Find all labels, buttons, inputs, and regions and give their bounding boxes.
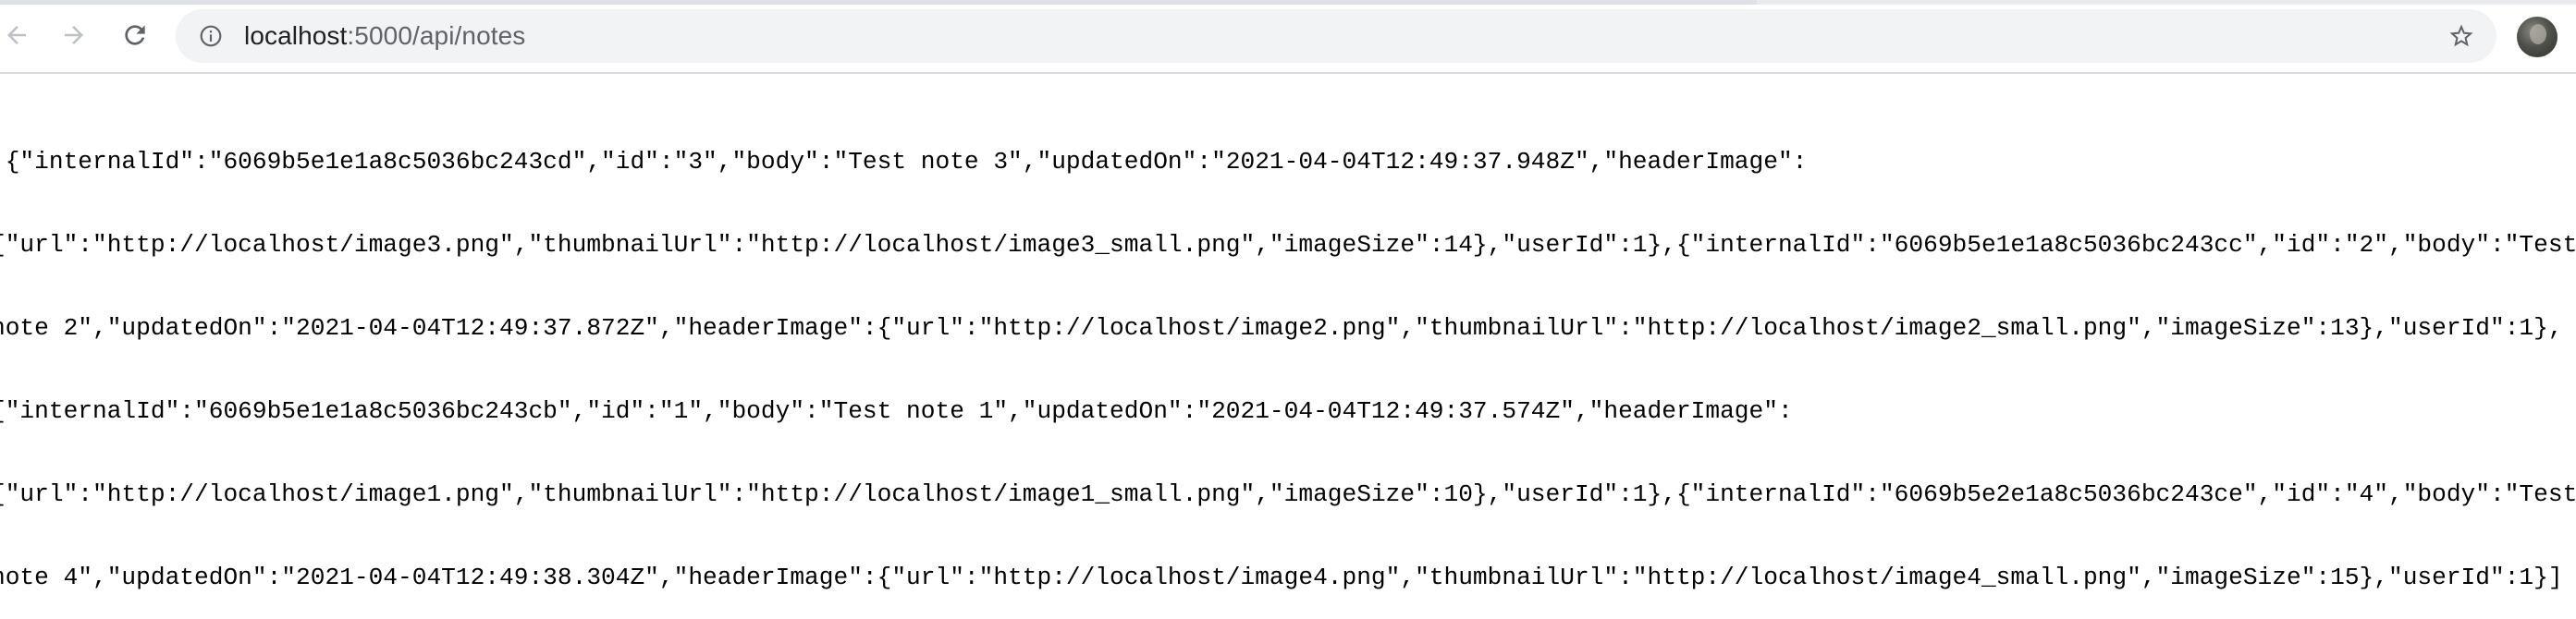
json-line: {"internalId":"6069b5e1e1a8c5036bc243cb"… <box>0 397 1793 425</box>
info-circle-icon[interactable] <box>198 23 224 49</box>
address-bar[interactable]: localhost:5000/api/notes <box>176 9 2496 63</box>
tab-strip-right <box>1757 0 2576 5</box>
url-text[interactable]: localhost:5000/api/notes <box>244 21 525 51</box>
back-button[interactable] <box>0 13 39 57</box>
tab-strip <box>0 0 1757 5</box>
avatar[interactable] <box>2517 17 2558 57</box>
url-path: :5000/api/notes <box>347 21 526 50</box>
browser-toolbar: localhost:5000/api/notes <box>0 0 2576 74</box>
json-line: {"url":"http://localhost/image3.png","th… <box>0 231 2576 259</box>
json-line: note 4","updatedOn":"2021-04-04T12:49:38… <box>0 564 2563 591</box>
reload-icon <box>120 20 150 50</box>
json-line: note 2","updatedOn":"2021-04-04T12:49:37… <box>0 314 2563 342</box>
forward-button[interactable] <box>52 13 96 57</box>
url-host: localhost <box>244 21 348 50</box>
json-line: {"url":"http://localhost/image1.png","th… <box>0 480 2576 508</box>
json-response-body: {"internalId":"6069b5e1e1a8c5036bc243cd"… <box>0 92 2576 619</box>
arrow-left-icon <box>3 21 31 49</box>
reload-button[interactable] <box>113 13 157 57</box>
arrow-right-icon <box>60 21 88 49</box>
json-line: {"internalId":"6069b5e1e1a8c5036bc243cd"… <box>0 148 1808 176</box>
star-icon[interactable] <box>2447 21 2476 51</box>
